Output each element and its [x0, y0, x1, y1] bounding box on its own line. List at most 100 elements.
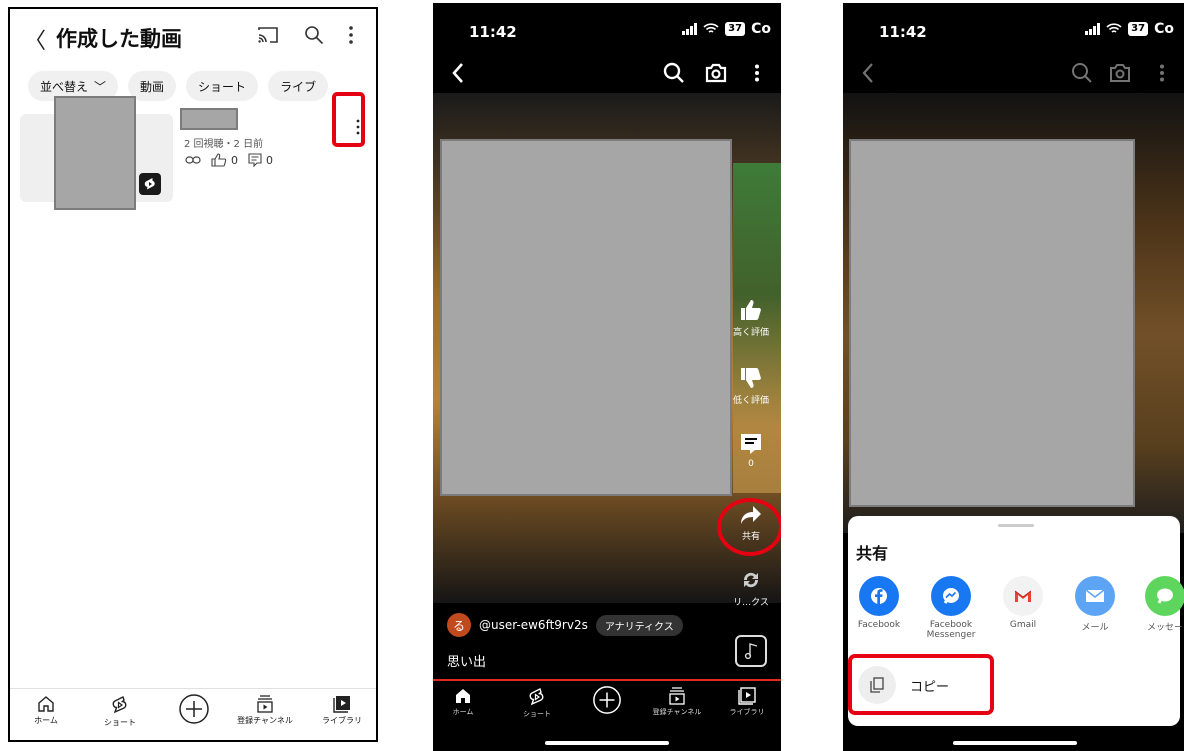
share-options: Facebook Facebook Messenger Gmail メール メッ…	[848, 576, 1184, 656]
status-indicators: 37 Co	[682, 21, 771, 37]
nav-shorts[interactable]: ショート	[90, 695, 150, 728]
nav-label: ホーム	[452, 708, 474, 716]
header: 〈 作成した動画	[10, 9, 376, 65]
sheet-handle[interactable]	[998, 524, 1034, 527]
share-messenger[interactable]: Facebook Messenger	[916, 576, 986, 640]
back-icon[interactable]	[861, 62, 875, 84]
share-option-label: Facebook Messenger	[926, 620, 976, 640]
more-options-icon[interactable]	[348, 25, 354, 45]
comment-icon	[741, 434, 761, 454]
video-stats: 2 回視聴・2 日前	[184, 139, 264, 150]
share-option-label: メッセー	[1146, 623, 1183, 633]
video-meta: 0 0	[185, 153, 273, 167]
search-icon[interactable]	[1071, 62, 1093, 84]
carrier-text: Co	[751, 21, 771, 37]
home-icon	[38, 696, 54, 712]
nav-subscriptions[interactable]: 登録チャンネル	[647, 687, 707, 717]
search-icon[interactable]	[663, 62, 685, 84]
link-icon	[185, 156, 201, 164]
share-mail[interactable]: メール	[1060, 576, 1130, 633]
comment-count: 0	[266, 153, 273, 167]
nav-create[interactable]	[164, 693, 224, 725]
mail-icon	[1075, 576, 1115, 616]
home-indicator	[545, 741, 669, 745]
wifi-icon	[703, 23, 719, 33]
remix-icon	[743, 572, 759, 588]
nav-shorts[interactable]: ショート	[507, 687, 567, 719]
carrier-text: Co	[1154, 21, 1174, 37]
music-note-icon	[744, 643, 758, 660]
comment-icon	[248, 153, 262, 167]
battery-level: 37	[725, 22, 746, 36]
comments-button[interactable]: 0	[729, 433, 773, 469]
gmail-icon	[1003, 576, 1043, 616]
remix-button[interactable]: リ…クス	[729, 569, 773, 608]
cast-icon[interactable]	[258, 27, 278, 43]
facebook-icon	[859, 576, 899, 616]
wifi-icon	[1106, 23, 1122, 33]
back-button[interactable]: 〈	[24, 23, 46, 55]
subscriptions-icon	[257, 695, 273, 713]
dislike-button[interactable]: 低く評価	[729, 367, 773, 406]
share-title: 共有	[856, 544, 889, 563]
camera-icon[interactable]	[1109, 62, 1131, 84]
bottom-nav: ホーム ショート 登録チャンネル ライブラリ	[10, 688, 376, 740]
analytics-button[interactable]: アナリティクス	[595, 614, 683, 636]
thumbs-up-icon	[741, 300, 761, 320]
home-icon	[456, 689, 470, 703]
nav-label: ホーム	[34, 716, 58, 725]
home-indicator	[953, 741, 1077, 745]
subscriptions-icon	[669, 687, 685, 705]
nav-library[interactable]: ライブラリ	[312, 695, 372, 726]
nav-label: ライブラリ	[322, 716, 362, 725]
share-option-label: Gmail	[1009, 620, 1037, 630]
chip-shorts[interactable]: ショート	[186, 71, 259, 101]
chip-label: 並べ替え	[40, 79, 89, 94]
share-gmail[interactable]: Gmail	[988, 576, 1058, 630]
more-options-icon[interactable]	[754, 64, 760, 82]
like-label: 高く評価	[732, 328, 769, 338]
nav-subscriptions[interactable]: 登録チャンネル	[235, 695, 295, 726]
camera-icon[interactable]	[705, 62, 727, 84]
chip-live[interactable]: ライブ	[268, 71, 329, 101]
thumbs-down-icon	[741, 368, 761, 388]
share-messages[interactable]: メッセー	[1130, 576, 1184, 633]
status-time: 11:42	[879, 23, 927, 41]
share-option-label: メール	[1081, 623, 1109, 633]
signal-icon	[1085, 23, 1101, 35]
shorts-icon	[529, 688, 544, 706]
highlight-share-circle	[717, 498, 781, 556]
video-thumbnail-redacted[interactable]	[54, 96, 136, 210]
channel-handle[interactable]: @user-ew6ft9rv2s	[479, 618, 588, 632]
chip-label: ライブ	[280, 79, 317, 94]
player-top-bar	[433, 59, 781, 89]
nav-library[interactable]: ライブラリ	[717, 687, 777, 717]
share-facebook[interactable]: Facebook	[844, 576, 914, 630]
battery-level: 37	[1128, 22, 1149, 36]
share-option-label: Facebook	[857, 620, 901, 630]
search-icon[interactable]	[304, 25, 324, 45]
nav-label: 登録チャンネル	[237, 716, 293, 725]
bottom-nav: ホーム ショート 登録チャンネル ライブラリ	[433, 681, 781, 731]
like-count: 0	[231, 153, 238, 167]
status-time: 11:42	[469, 23, 517, 41]
library-icon	[738, 687, 756, 705]
nav-create[interactable]	[577, 685, 637, 715]
signal-icon	[682, 23, 698, 35]
add-icon	[593, 686, 621, 714]
avatar[interactable]: る	[447, 613, 471, 637]
nav-home[interactable]: ホーム	[16, 695, 76, 726]
highlight-options-box	[332, 92, 365, 147]
like-icon	[211, 153, 227, 167]
library-icon	[333, 696, 350, 713]
back-icon[interactable]	[451, 62, 465, 84]
like-button[interactable]: 高く評価	[729, 299, 773, 338]
video-redacted-area	[440, 139, 732, 496]
chip-label: ショート	[198, 79, 247, 94]
nav-home[interactable]: ホーム	[433, 687, 493, 717]
panel-shorts-player: 11:42 37 Co 高く評価 低く評価 0 共有 リ…クス る @user-…	[433, 3, 781, 751]
messages-icon	[1145, 576, 1184, 616]
more-options-icon[interactable]	[1159, 64, 1165, 82]
music-button[interactable]	[735, 635, 767, 667]
nav-label: ライブラリ	[729, 708, 765, 716]
